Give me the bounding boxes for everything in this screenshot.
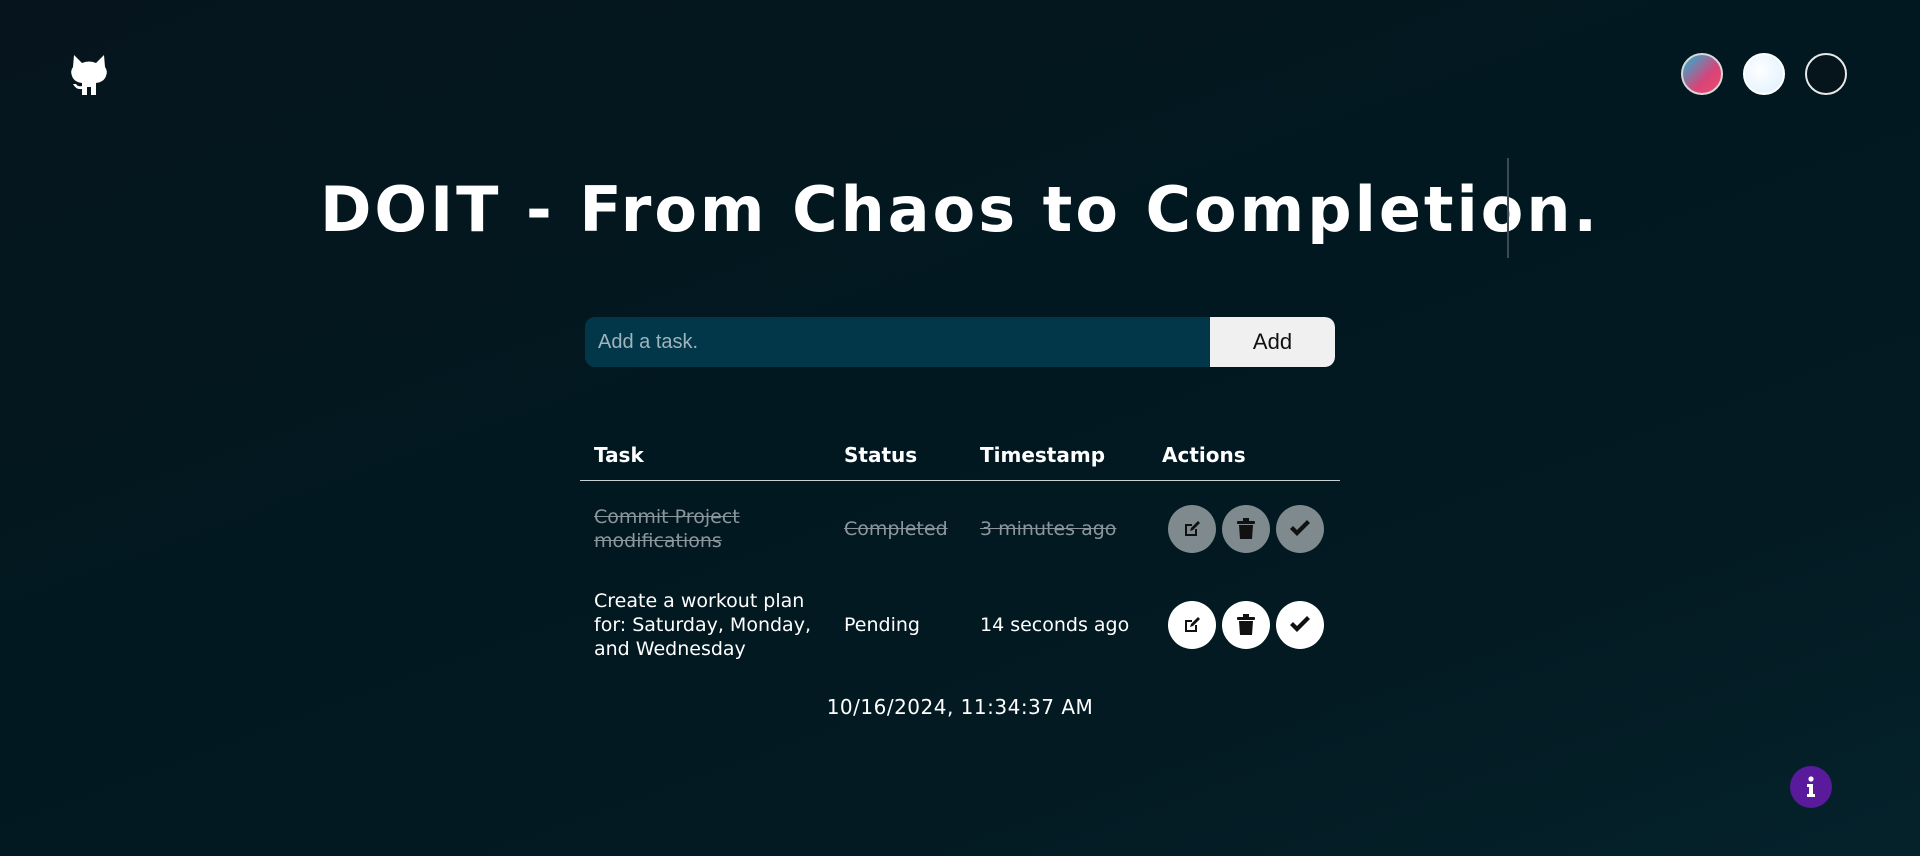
timestamp-column-header: Timestamp xyxy=(980,443,1106,467)
delete-button[interactable] xyxy=(1222,505,1270,553)
trash-icon xyxy=(1237,614,1255,635)
gradient-theme-button[interactable] xyxy=(1681,53,1723,95)
check-icon xyxy=(1290,616,1310,632)
edit-icon xyxy=(1185,521,1200,536)
check-icon xyxy=(1290,520,1310,536)
dark-theme-button[interactable] xyxy=(1805,53,1847,95)
task-timestamp: 14 seconds ago xyxy=(980,614,1130,636)
table-row: Create a workout plan for: Saturday, Mon… xyxy=(580,577,1340,673)
tasks-table: Task Status Timestamp Actions Commit Pro… xyxy=(580,430,1340,673)
task-status: Completed xyxy=(844,518,948,540)
add-task-button[interactable]: Add xyxy=(1210,317,1335,367)
trash-icon xyxy=(1237,518,1255,539)
typing-cursor xyxy=(1507,158,1509,258)
task-text: Commit Project modifications xyxy=(594,506,740,552)
current-datetime: 10/16/2024, 11:34:37 AM xyxy=(826,695,1094,719)
complete-button[interactable] xyxy=(1276,505,1324,553)
task-actions xyxy=(1148,505,1340,553)
edit-icon xyxy=(1185,617,1200,632)
task-timestamp: 3 minutes ago xyxy=(980,518,1117,540)
theme-switcher xyxy=(1681,53,1847,95)
task-actions xyxy=(1148,601,1340,649)
task-text: Create a workout plan for: Saturday, Mon… xyxy=(594,590,811,660)
complete-button[interactable] xyxy=(1276,601,1324,649)
delete-button[interactable] xyxy=(1222,601,1270,649)
info-button[interactable] xyxy=(1790,766,1832,808)
table-header-row: Task Status Timestamp Actions xyxy=(580,430,1340,481)
github-icon[interactable] xyxy=(70,53,108,97)
status-column-header: Status xyxy=(844,443,918,467)
info-icon xyxy=(1807,776,1815,797)
task-input[interactable] xyxy=(585,317,1210,367)
table-row: Commit Project modifications Completed 3… xyxy=(580,481,1340,577)
add-task-form: Add xyxy=(585,317,1335,367)
edit-button[interactable] xyxy=(1168,505,1216,553)
task-status: Pending xyxy=(844,614,920,636)
edit-button[interactable] xyxy=(1168,601,1216,649)
page-title: DOIT - From Chaos to Completion. xyxy=(319,173,1601,246)
task-column-header: Task xyxy=(594,443,644,467)
light-theme-button[interactable] xyxy=(1743,53,1785,95)
actions-column-header: Actions xyxy=(1162,443,1246,467)
